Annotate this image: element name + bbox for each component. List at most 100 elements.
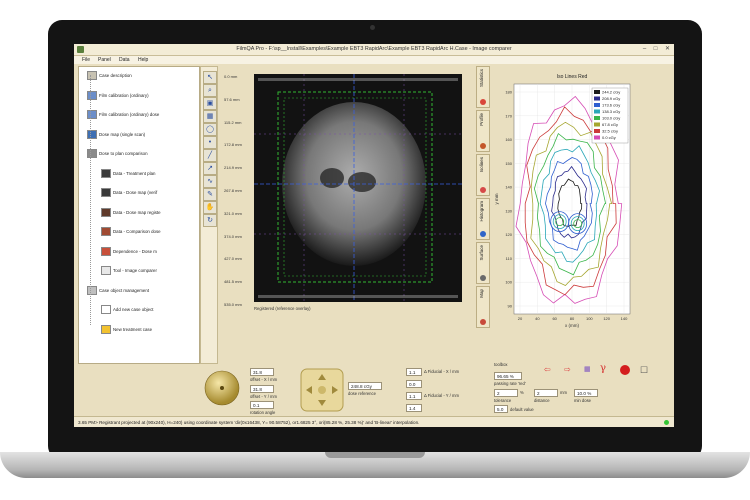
tree-item[interactable]: Dose map (single scan) — [87, 129, 145, 140]
default-value-field[interactable]: 5.0 — [494, 405, 508, 413]
point-tool-icon[interactable]: • — [203, 136, 217, 149]
tree-item[interactable]: Data - Comparison dose — [101, 227, 161, 237]
tree-item-label: Data - Dose map registe — [113, 209, 161, 215]
rotate-tool-icon[interactable]: ↻ — [203, 214, 217, 227]
arrow-right-icon[interactable]: ⇨ — [564, 365, 578, 375]
isoline-chart[interactable]: Iso Lines Red 180 170 160 150 140 130 120 110 100… — [490, 66, 674, 364]
isoline-chart-panel: Iso Lines Red 180 170 160 150 140 130 120 110 100… — [490, 66, 674, 364]
status-bar: 3.65 PM> Registrant projected at (90x240… — [74, 416, 674, 427]
distance-tolerance-field[interactable]: 2 — [534, 389, 558, 397]
min-dose-field[interactable]: 10.0 % — [574, 389, 598, 397]
menu-panel[interactable]: Panel — [98, 57, 111, 63]
minimize-button[interactable]: – — [640, 45, 649, 53]
tree-item[interactable]: Dependence - Dose m — [101, 246, 157, 257]
tab-label: Profile — [479, 113, 484, 126]
dose-reference-field[interactable]: 248.8 cGy — [348, 382, 382, 390]
tab-surface[interactable]: Surface — [476, 242, 490, 284]
pen-tool-icon[interactable]: ✎ — [203, 188, 217, 201]
tree-item[interactable]: Add new case object — [101, 305, 154, 315]
grid-icon[interactable]: ▦ — [584, 365, 596, 375]
tree-item-label: Add new case object — [113, 307, 154, 312]
menu-help[interactable]: Help — [138, 57, 148, 63]
maximize-button[interactable]: □ — [651, 45, 660, 53]
ruler-label: 481.5 mm — [224, 279, 242, 285]
y-tick-label: 100 — [505, 280, 512, 285]
direction-pad-icon[interactable] — [300, 368, 344, 412]
tab-icon — [480, 187, 486, 193]
tree-item[interactable]: Case object management — [87, 285, 150, 296]
bottom-controls: 31.8 offset - X / mm 31.8 offset - Y / m… — [74, 362, 674, 416]
zoom-tool-icon[interactable]: ⌕ — [203, 84, 217, 97]
ellipse-tool-icon[interactable]: ◯ — [203, 123, 217, 136]
legend-label: 67.8 cGy — [602, 122, 618, 127]
laptop-notch — [325, 452, 425, 458]
tree-item[interactable]: Film calibration (ordinary) — [87, 90, 149, 101]
dose-tolerance-label: tolerance — [494, 398, 512, 403]
line-tool-icon[interactable]: ╱ — [203, 149, 217, 162]
image-viewer: 0.0 mm 57.6 mm 115.2 mm 172.8 mm 214.9 mm 267… — [220, 66, 470, 362]
arrow-tool-icon[interactable]: ↖ — [203, 71, 217, 84]
tree-item-label: Case object management — [99, 287, 150, 293]
x-tick-label: 100 — [586, 316, 593, 321]
passing-rate-field[interactable]: 96.65 % — [494, 372, 522, 380]
fiducial-y-field[interactable]: 1.1 — [406, 392, 422, 400]
tree-item-icon — [87, 90, 97, 100]
record-icon[interactable] — [620, 365, 630, 375]
tab-map[interactable]: Map — [476, 286, 490, 328]
tree-item[interactable]: New treatment case — [101, 324, 152, 335]
tab-label: Map — [479, 289, 484, 298]
polyline-tool-icon[interactable]: ↗ — [203, 162, 217, 175]
tree-item[interactable]: Film calibration (ordinary) dose — [87, 110, 159, 120]
passing-rate-label: passing rate 'red' — [494, 381, 526, 386]
tree-item[interactable]: Data - Treatment plan — [101, 168, 155, 179]
gamma-icon[interactable]: γ — [600, 363, 614, 375]
tree-item-icon — [101, 305, 111, 315]
x-tick-label: 60 — [552, 316, 557, 321]
arrow-left-icon[interactable]: ⇦ — [544, 365, 558, 375]
tree-item[interactable]: Data - Dose map registe — [101, 207, 161, 218]
tree-item-icon — [101, 266, 111, 276]
tree-item[interactable]: Data - Dose map (verif — [101, 188, 157, 198]
tab-profile[interactable]: Profile — [476, 110, 490, 152]
tree-item[interactable]: Case description — [87, 71, 132, 81]
y-tick-label: 90 — [508, 304, 513, 309]
dose-tolerance-field[interactable]: 2 — [494, 389, 518, 397]
fiducial-y2-field[interactable]: 1.4 — [406, 404, 422, 412]
tab-icon — [480, 231, 486, 237]
tree-item-label: Case description — [99, 73, 132, 78]
y-tick-label: 130 — [505, 208, 512, 213]
offset-x-field[interactable]: 31.8 — [250, 368, 274, 376]
offset-y-field[interactable]: 31.8 — [250, 385, 274, 393]
menu-data[interactable]: Data — [119, 57, 130, 63]
tree-item-label: Data - Comparison dose — [113, 229, 161, 234]
menu-file[interactable]: File — [82, 57, 90, 63]
y-tick-label: 180 — [505, 90, 512, 95]
x-tick-label: 120 — [603, 316, 610, 321]
fiducial-x-field[interactable]: 1.1 — [406, 368, 422, 376]
film-image[interactable] — [254, 74, 462, 302]
lock-icon[interactable]: ☐ — [640, 364, 652, 376]
tab-isolines[interactable]: Isolines — [476, 154, 490, 196]
tab-label: Surface — [479, 245, 484, 261]
region-tool-icon[interactable]: ▣ — [203, 97, 217, 110]
tab-statistics[interactable]: Statistics — [476, 66, 490, 108]
status-text: 3.65 PM> Registrant projected at (90x240… — [78, 420, 420, 425]
close-button[interactable]: ✕ — [663, 45, 672, 53]
tab-icon — [480, 319, 486, 325]
legend-label: 244.2 cGy — [602, 90, 620, 95]
tree-item[interactable]: Dose to plan comparison — [87, 149, 148, 159]
tree-item-icon — [101, 168, 111, 178]
tree-item[interactable]: Tool - Image comparer — [101, 266, 157, 276]
image-tool-icon[interactable]: ▦ — [203, 110, 217, 123]
rotation-field[interactable]: 0.1 — [250, 401, 274, 409]
tree-item-icon — [87, 149, 97, 159]
tree-item-icon — [101, 207, 111, 217]
fiducial-x2-field[interactable]: 0.0 — [406, 380, 422, 388]
tab-histogram[interactable]: Histogram — [476, 198, 490, 240]
rotation-knob-icon[interactable] — [202, 366, 242, 414]
tree-item-icon — [87, 129, 97, 139]
hand-tool-icon[interactable]: ✋ — [203, 201, 217, 214]
rotation-label: rotation angle — [250, 410, 276, 415]
distance-tolerance-label: distance — [534, 398, 550, 403]
curve-tool-icon[interactable]: ∿ — [203, 175, 217, 188]
